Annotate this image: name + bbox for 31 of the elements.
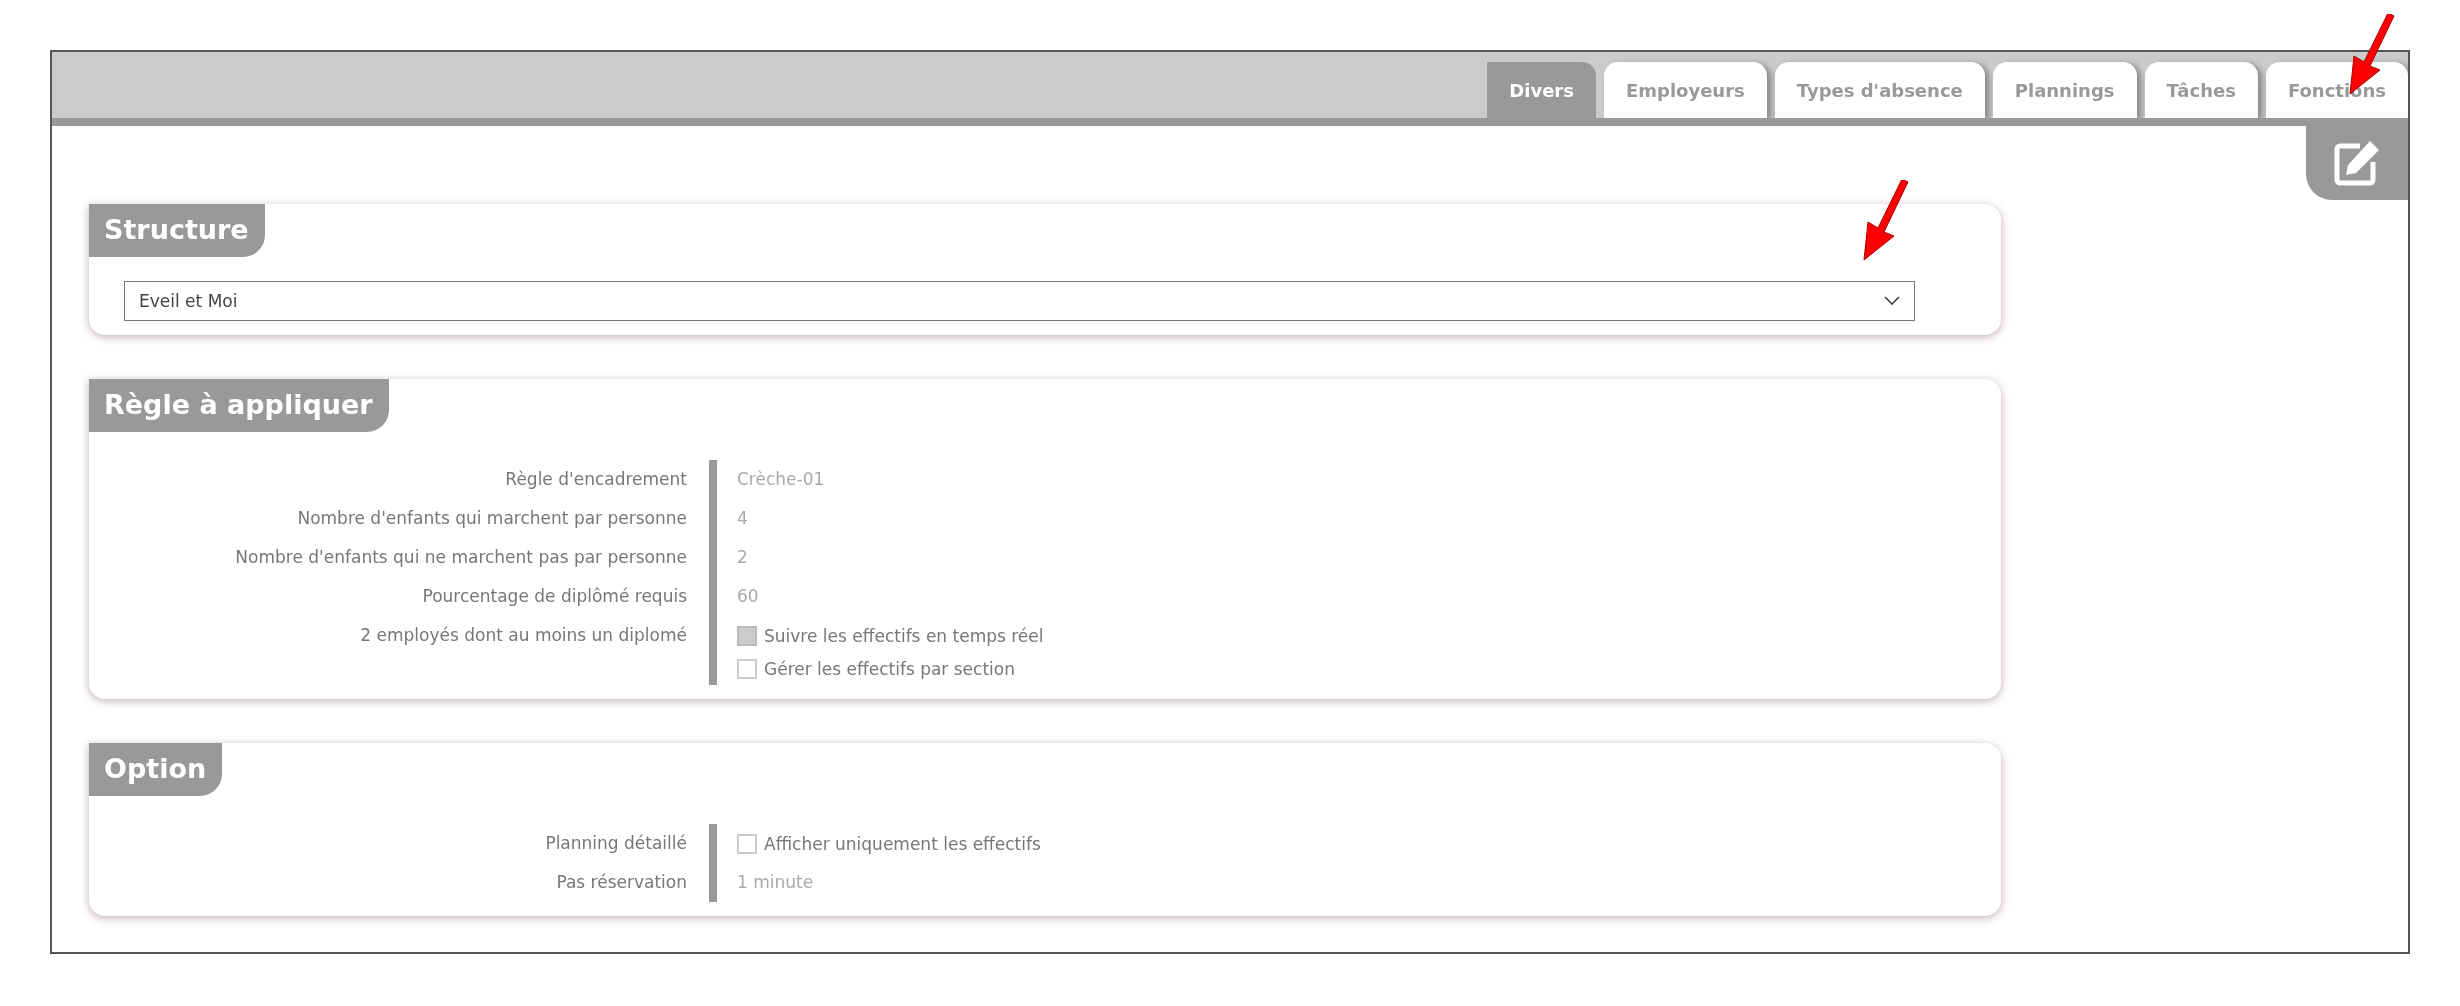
- field-value: 2: [737, 546, 749, 569]
- field-label: 2 employés dont au moins un diplomé: [360, 625, 687, 645]
- tab[interactable]: Types d'absence: [1774, 62, 1985, 118]
- panel-title: Règle à appliquer: [89, 379, 389, 432]
- edit-button[interactable]: [2306, 126, 2408, 200]
- field-value: 60: [737, 585, 760, 608]
- field-value: 1 minute: [737, 871, 815, 894]
- checkbox-label: Afficher uniquement les effectifs: [764, 833, 1041, 854]
- tab[interactable]: Fonctions: [2265, 62, 2408, 118]
- tab[interactable]: Employeurs: [1603, 62, 1767, 118]
- structure-select[interactable]: Eveil et Moi: [124, 281, 1915, 321]
- checkbox-label: Suivre les effectifs en temps réel: [764, 625, 1044, 646]
- tab[interactable]: Plannings: [1992, 62, 2137, 118]
- field-value: Crèche-01: [737, 468, 826, 491]
- checkbox[interactable]: [737, 625, 757, 646]
- field-label: Règle d'encadrement: [505, 469, 687, 489]
- tab[interactable]: Tâches: [2144, 62, 2258, 118]
- panel-title: Structure: [89, 204, 265, 257]
- field-label: Nombre d'enfants qui ne marchent pas par personne: [235, 547, 687, 567]
- field-label: Pas réservation: [556, 872, 687, 892]
- field-label: Pourcentage de diplômé requis: [422, 586, 687, 606]
- edit-icon: [2332, 138, 2382, 188]
- checkbox[interactable]: [737, 833, 757, 854]
- checkbox[interactable]: [737, 658, 757, 679]
- field-label: Planning détaillé: [545, 833, 687, 853]
- field-label: Nombre d'enfants qui marchent par personne: [297, 508, 687, 528]
- tab[interactable]: Divers: [1487, 62, 1596, 118]
- chevron-down-icon: [1884, 296, 1900, 306]
- field-value: 4: [737, 507, 749, 530]
- checkbox-label: Gérer les effectifs par section: [764, 658, 1015, 679]
- panel-title: Option: [89, 743, 223, 796]
